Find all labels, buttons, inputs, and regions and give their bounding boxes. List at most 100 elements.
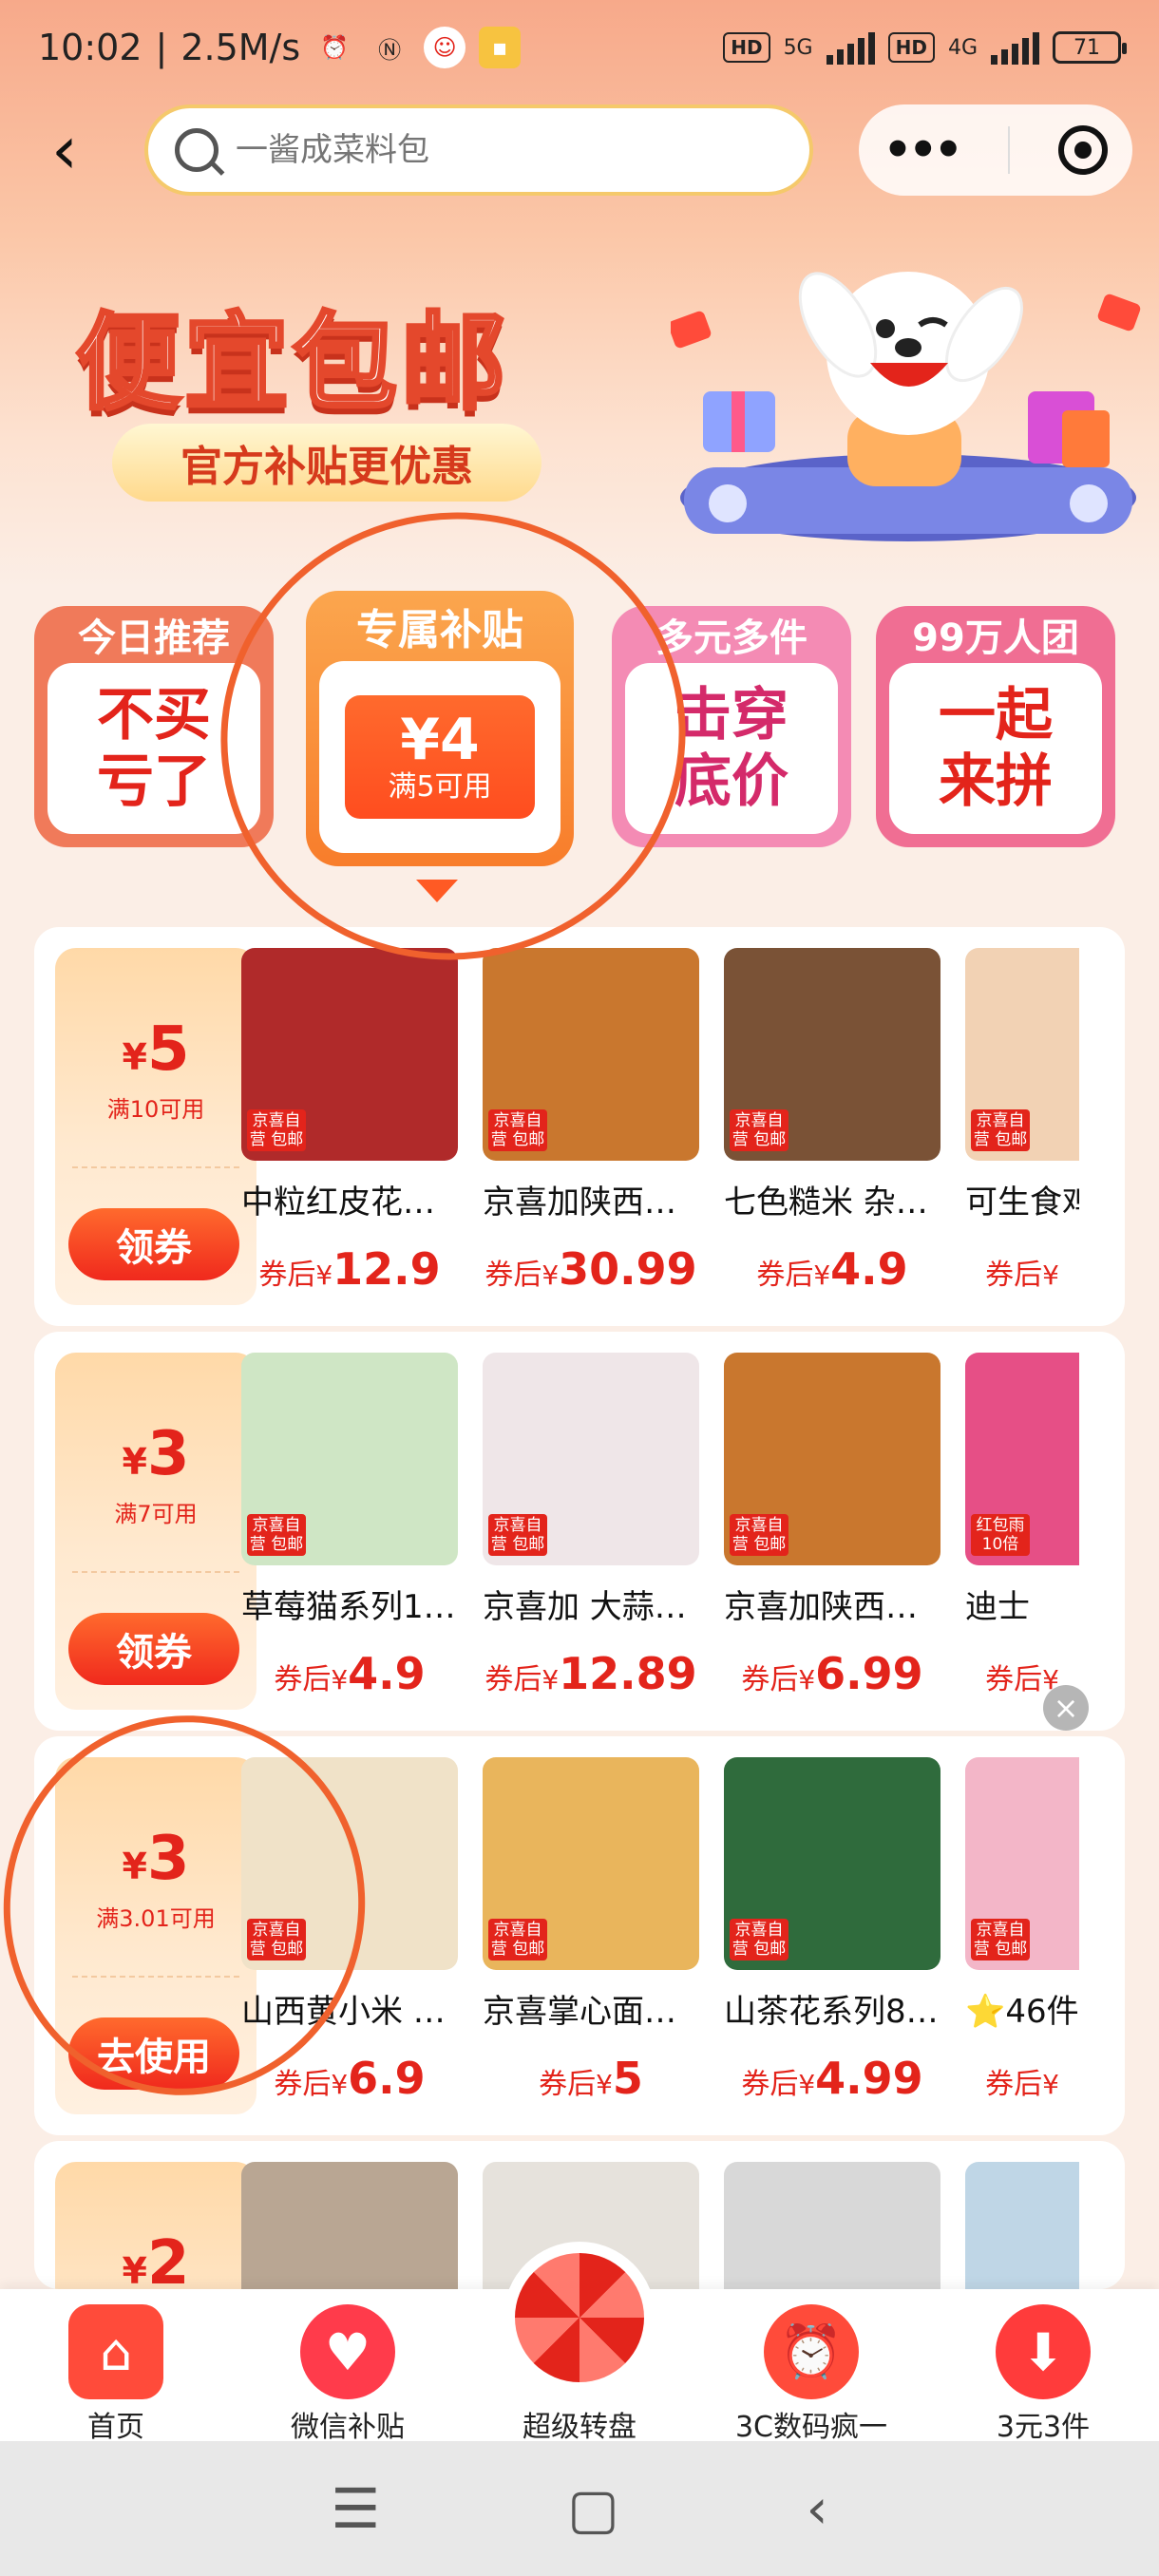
product-image: 京喜自营 包邮	[724, 948, 940, 1161]
product-image: 京喜自营 包邮	[483, 1757, 699, 1970]
product-name: 中粒红皮花生…	[241, 1184, 458, 1222]
close-target-icon[interactable]	[1058, 125, 1109, 175]
product-tag: 京喜自营 包邮	[730, 1919, 788, 1960]
alarm-clock-icon: ⏰	[764, 2304, 859, 2399]
product-tag: 京喜自营 包邮	[247, 1514, 306, 1556]
product-image: 3包/装	[965, 2162, 1079, 2289]
home-square-icon[interactable]: ▢	[567, 2476, 619, 2541]
tab-3c-digital[interactable]: ⏰ 3C数码疯一	[716, 2304, 906, 2445]
product-tag: 京喜自营 包邮	[730, 1109, 788, 1151]
product-tag: 红包雨 10倍	[971, 1514, 1030, 1556]
mascot-illustration	[671, 272, 1141, 541]
coupon-row: ¥5 满10可用 领券 京喜自营 包邮 中粒红皮花生… 券后¥12.9 京喜自营 包邮 京喜加…	[34, 927, 1125, 1326]
network-5g-label: 5G	[783, 35, 813, 60]
product-image: 京喜自营 包邮	[483, 948, 699, 1161]
product-price: 券后¥4.99	[741, 2053, 923, 2104]
coupon-card[interactable]: ¥5 满10可用领券	[55, 948, 256, 1305]
app-notification-icon: ☺	[424, 27, 466, 68]
category-card-group[interactable]: 99万人团 一起 来拼	[876, 606, 1115, 847]
claim-coupon-button[interactable]: 领券	[68, 1613, 239, 1685]
product-name: 可生食鸡	[965, 1184, 1079, 1222]
product-card[interactable]: 网红化妆包	[241, 2162, 458, 2289]
signal-icon-1	[826, 30, 875, 65]
product-name: 山茶花系列80…	[724, 1993, 940, 2031]
heart-pulse-icon: ♥	[300, 2304, 395, 2399]
product-name: 草莓猫系列10…	[241, 1588, 458, 1626]
status-time: 10:02	[38, 27, 142, 68]
product-price: 券后¥4.9	[756, 1243, 908, 1295]
back-icon[interactable]: ‹	[51, 117, 108, 188]
product-card[interactable]: 京喜自营 包邮 京喜加 大蒜… 券后¥12.89	[483, 1353, 699, 1723]
search-input[interactable]	[236, 131, 768, 169]
product-tag: 京喜自营 包邮	[971, 1109, 1030, 1151]
product-card[interactable]: 京喜自营 包邮京喜加陕西大… 券后¥30.99	[483, 948, 699, 1318]
back-nav-icon[interactable]: ‹	[806, 2476, 827, 2541]
miniprogram-capsule: •••	[859, 104, 1132, 196]
product-card[interactable]: 京喜自营 包邮七色糙米 杂… 券后¥4.9	[724, 948, 940, 1318]
product-card[interactable]: 3包/装	[965, 2162, 1079, 2289]
product-card[interactable]: 京喜自营 包邮山茶花系列80… 券后¥4.99	[724, 1757, 940, 2128]
product-name: 迪士	[965, 1588, 1030, 1626]
tab-3-yuan-3[interactable]: ⬇ 3元3件	[948, 2304, 1138, 2445]
product-name: 京喜掌心面方…	[483, 1993, 699, 2031]
product-tag: 京喜自营 包邮	[730, 1514, 788, 1556]
home-icon: ⌂	[68, 2304, 163, 2399]
product-card[interactable]: 京喜自营 包邮 京喜加陕西大… 券后¥6.99	[724, 1353, 940, 1723]
coupon-condition: 满10可用	[106, 1096, 205, 1123]
hd-badge-1: HD	[723, 32, 770, 63]
product-card[interactable]: 京喜自营 包邮可生食鸡券后¥	[965, 948, 1079, 1318]
product-name: 京喜加 大蒜…	[483, 1588, 687, 1626]
close-icon[interactable]: ×	[1043, 1685, 1089, 1731]
product-price: 券后¥30.99	[484, 1243, 697, 1295]
product-image	[724, 2162, 940, 2289]
network-4g-label: 4G	[947, 35, 978, 60]
product-card[interactable]: 红包雨 10倍 迪士 券后¥	[965, 1353, 1079, 1723]
tab-home[interactable]: ⌂ 首页	[21, 2304, 211, 2445]
product-price: 券后¥	[985, 2068, 1059, 2101]
wheel-icon[interactable]	[504, 2242, 656, 2394]
product-price: 券后¥	[985, 1259, 1059, 1292]
product-image: 网红化妆包	[241, 2162, 458, 2289]
product-tag: 京喜自营 包邮	[247, 1109, 306, 1151]
product-price: 券后¥5	[539, 2053, 643, 2104]
product-tag: 京喜自营 包邮	[488, 1919, 547, 1960]
product-name: 七色糙米 杂…	[724, 1184, 928, 1222]
tab-super-wheel[interactable]: 超级转盘	[484, 2399, 674, 2445]
product-price: 券后¥4.9	[274, 1648, 426, 1699]
banner-subtitle: 官方补贴更优惠	[112, 424, 542, 502]
coupon-amount: ¥3	[122, 1419, 190, 1489]
product-image: 红包雨 10倍	[965, 1353, 1079, 1565]
product-name: ⭐46件	[965, 1993, 1079, 2031]
product-image: 京喜自营 包邮	[724, 1353, 940, 1565]
search-icon	[175, 128, 218, 172]
coupon-card[interactable]: ¥3 满7可用 领券	[55, 1353, 256, 1710]
product-card[interactable]: 京喜自营 包邮 中粒红皮花生… 券后¥12.9	[241, 948, 458, 1318]
product-card[interactable]: 京喜自营 包邮草莓猫系列10… 券后¥4.9	[241, 1353, 458, 1723]
status-bar: 10:02 | 2.5M/s ⏰ Ⓝ ☺ ▪ HD 5G HD 4G 71	[0, 0, 1159, 95]
product-image: 京喜自营 包邮	[724, 1757, 940, 1970]
system-nav-bar: ☰ ▢ ‹	[0, 2441, 1159, 2576]
product-card[interactable]	[724, 2162, 940, 2289]
alarm-icon: ⏰	[320, 34, 350, 61]
product-tag: 京喜自营 包邮	[488, 1109, 547, 1151]
search-bar[interactable]	[144, 104, 813, 196]
category-head: 99万人团	[912, 616, 1079, 660]
product-image: 京喜自营 包邮	[241, 948, 458, 1161]
down-arrow-icon: ⬇	[996, 2304, 1091, 2399]
product-image: 京喜自营 包邮	[483, 1353, 699, 1565]
coupon-row: ¥3 满7可用 领券 京喜自营 包邮 草莓猫系列10… 券后¥4.9 京喜自营 包邮 京喜加 …	[34, 1332, 1125, 1731]
coupon-amount: ¥5	[122, 1014, 190, 1085]
coupon-card[interactable]: ¥2	[55, 2162, 256, 2289]
more-icon[interactable]: •••	[884, 123, 963, 177]
menu-icon[interactable]: ☰	[331, 2476, 380, 2541]
product-name: 京喜加陕西大…	[483, 1184, 699, 1222]
hd-badge-2: HD	[887, 32, 935, 63]
banner-title: 便宜包邮	[74, 299, 509, 426]
tab-wechat-subsidy[interactable]: ♥ 微信补贴	[253, 2304, 443, 2445]
signal-icon-2	[991, 30, 1039, 65]
product-card[interactable]: 京喜自营 包邮京喜掌心面方… 券后¥5	[483, 1757, 699, 2128]
product-image: 京喜自营 包邮	[965, 1757, 1079, 1970]
product-card[interactable]: 京喜自营 包邮 ⭐46件券后¥	[965, 1757, 1079, 2128]
product-tag: 京喜自营 包邮	[488, 1514, 547, 1556]
claim-coupon-button[interactable]: 领券	[68, 1208, 239, 1280]
